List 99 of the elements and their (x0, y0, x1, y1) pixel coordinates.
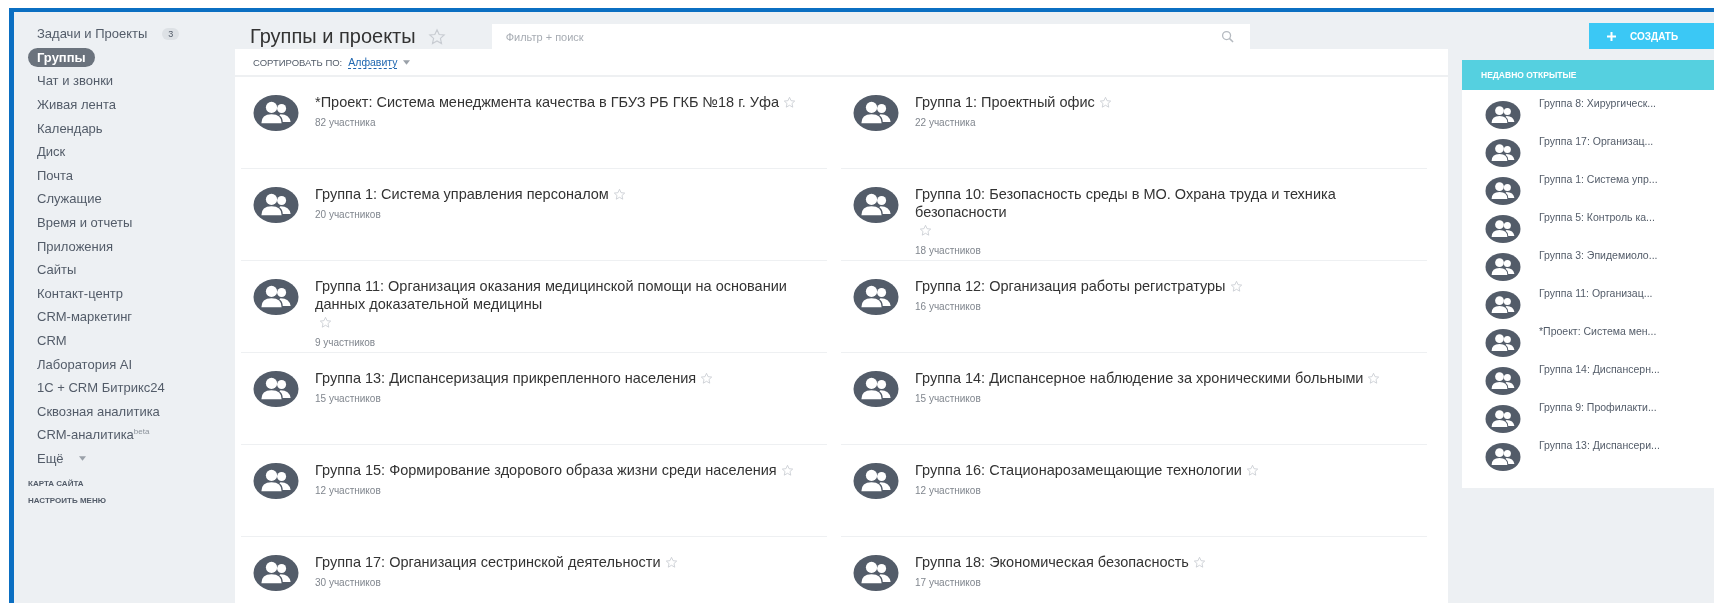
star-icon[interactable] (700, 372, 714, 385)
member-count: 15 участников (315, 393, 382, 404)
group-name[interactable]: Группа 18: Экономическая безопасность (915, 553, 1189, 571)
sidebar-item[interactable]: CRM (16, 331, 76, 350)
group-avatar-icon (253, 187, 299, 223)
recent-item[interactable]: Группа 17: Организац... (1539, 135, 1654, 147)
search-field[interactable]: Фильтр + поиск (491, 24, 1250, 49)
count-badge: 3 (162, 27, 180, 40)
star-icon[interactable] (612, 188, 626, 201)
sidebar-item[interactable]: Диск (16, 142, 75, 162)
group-avatar-icon (853, 463, 899, 499)
group-name[interactable]: *Проект: Система менеджмента качества в ГБУЗ РБ ГКБ №18 г. Уфа (315, 93, 779, 111)
member-count: 17 участников (915, 577, 982, 588)
group-avatar-icon (853, 371, 899, 407)
member-count: 82 участника (315, 117, 377, 128)
group-name[interactable]: Группа 10: Безопасность среды в МО. Охрана труда и техника безопасности (915, 185, 1405, 221)
member-count: 18 участников (915, 245, 982, 256)
recent-item[interactable]: Группа 3: Эпидемиоло... (1539, 249, 1658, 261)
recent-item[interactable]: Группа 14: Диспансерн... (1539, 363, 1660, 375)
member-count: 9 участников (315, 337, 377, 348)
sidebar-item[interactable]: Время и отчеты (16, 213, 142, 233)
group-avatar-icon (853, 95, 899, 131)
sidebar-item[interactable]: Почта (16, 165, 83, 185)
sidebar-item[interactable]: Приложения (16, 236, 123, 256)
member-count: 12 участников (915, 485, 982, 496)
star-icon[interactable] (664, 556, 678, 569)
member-count: 15 участников (915, 393, 982, 404)
sidebar-item[interactable]: Служащие (16, 189, 111, 209)
recent-item[interactable]: Группа 1: Система упр... (1539, 173, 1658, 185)
recent-item[interactable]: Группа 5: Контроль ка... (1539, 211, 1655, 223)
star-icon[interactable] (783, 96, 796, 109)
star-icon[interactable] (919, 224, 932, 237)
sidebar-item[interactable]: Сайты (16, 260, 86, 280)
caret-icon (403, 59, 411, 65)
group-avatar-icon (1485, 139, 1521, 167)
sidebar-item[interactable]: CRM-маркетинг (16, 307, 142, 327)
group-avatar-icon (253, 95, 299, 131)
group-avatar-icon (1485, 177, 1521, 205)
sidebar-item[interactable]: 1С + CRM Битрикс24 (16, 378, 174, 398)
sidebar-item[interactable]: Контакт-центр (16, 283, 133, 303)
recent-item[interactable]: Группа 13: Диспансери... (1539, 439, 1660, 451)
group-name[interactable]: Группа 12: Организация работы регистратуры (915, 277, 1226, 295)
group-avatar-icon (853, 279, 899, 315)
star-icon[interactable] (319, 316, 332, 329)
group-avatar-icon (1485, 215, 1521, 243)
group-avatar-icon (1485, 405, 1521, 433)
group-avatar-icon (253, 463, 299, 499)
sidebar-item[interactable]: Задачи и Проекты (16, 24, 157, 44)
star-icon[interactable] (1367, 372, 1381, 385)
group-avatar-icon (1485, 367, 1521, 395)
star-icon[interactable] (1229, 280, 1243, 293)
sidebar-item[interactable]: Живая лента (16, 95, 125, 115)
sidebar-item[interactable]: Группы (28, 47, 95, 67)
sidebar-item[interactable]: CRM-аналитика$^{beta}$ (16, 425, 159, 445)
recent-item[interactable]: Группа 8: Хирургическ... (1539, 97, 1657, 109)
recent-header: НЕДАВНО ОТКРЫТЫЕ (1462, 60, 1714, 90)
group-name[interactable]: Группа 17: Организация сестринской деятельности (315, 553, 661, 571)
search-icon (1220, 30, 1234, 43)
sidebar-item[interactable]: Чат и звонки (16, 71, 123, 91)
plus-icon (1607, 31, 1616, 41)
group-avatar-icon (1485, 101, 1521, 129)
group-name[interactable]: Группа 1: Система управления персоналом (315, 185, 609, 203)
page-title: Группы и проекты (250, 25, 416, 48)
sidebar-item[interactable]: Календарь (16, 118, 112, 138)
group-avatar-icon (253, 555, 299, 591)
recent-item[interactable]: Группа 9: Профилакти... (1539, 401, 1657, 413)
group-avatar-icon (253, 371, 299, 407)
group-name[interactable]: Группа 16: Стационарозамещающие технологии (915, 461, 1242, 479)
star-icon[interactable] (427, 27, 446, 46)
recent-item[interactable]: Группа 11: Организац... (1539, 287, 1653, 299)
group-avatar-icon (1485, 291, 1521, 319)
group-avatar-icon (1485, 443, 1521, 471)
star-icon[interactable] (780, 464, 794, 477)
star-icon[interactable] (1098, 96, 1112, 109)
sort-label: СОРТИРОВАТЬ ПО: (253, 56, 343, 68)
sidebar-link[interactable]: НАСТРОИТЬ МЕНЮ (28, 496, 106, 506)
sort-link[interactable]: Алфавиту (348, 55, 398, 69)
recent-item[interactable]: *Проект: Система мен... (1539, 325, 1657, 337)
star-icon[interactable] (1192, 556, 1206, 569)
group-avatar-icon (1485, 253, 1521, 281)
member-count: 22 участника (915, 117, 977, 128)
group-avatar-icon (1485, 329, 1521, 357)
group-name[interactable]: Группа 11: Организация оказания медицинской помощи на основании данных доказательной медицины (315, 277, 805, 313)
group-name[interactable]: Группа 15: Формирование здорового образа жизни среди населения (315, 461, 777, 479)
member-count: 20 участников (315, 209, 382, 220)
sidebar-item[interactable]: Сквозная аналитика (16, 401, 169, 421)
member-count: 12 участников (315, 485, 382, 496)
star-icon[interactable] (1245, 464, 1259, 477)
member-count: 30 участников (315, 577, 382, 588)
sidebar-link[interactable]: КАРТА САЙТА (28, 479, 84, 489)
group-avatar-icon (253, 279, 299, 315)
member-count: 16 участников (915, 301, 982, 312)
group-name[interactable]: Группа 14: Диспансерное наблюдение за хроническими больными (915, 369, 1364, 387)
group-avatar-icon (853, 555, 899, 591)
group-name[interactable]: Группа 1: Проектный офис (915, 93, 1095, 111)
sidebar-item[interactable]: Ещё (16, 449, 73, 468)
sidebar-item[interactable]: Лаборатория AI (16, 354, 142, 374)
group-avatar-icon (853, 187, 899, 223)
group-name[interactable]: Группа 13: Диспансеризация прикрепленного населения (315, 369, 697, 387)
